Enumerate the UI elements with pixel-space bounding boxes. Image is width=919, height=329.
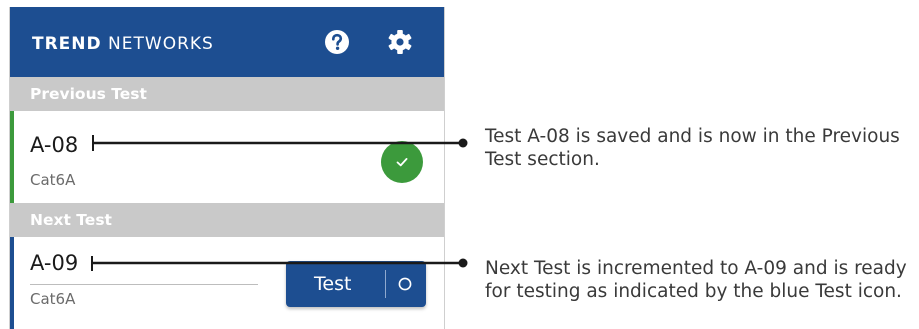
callout-leader-1	[92, 135, 468, 151]
callout-leader-2	[91, 256, 468, 271]
callout-text: Next Test is incremented to A-09 and is …	[485, 258, 907, 302]
callout-text: Test A-08 is saved and is now in the Pre…	[485, 126, 900, 170]
